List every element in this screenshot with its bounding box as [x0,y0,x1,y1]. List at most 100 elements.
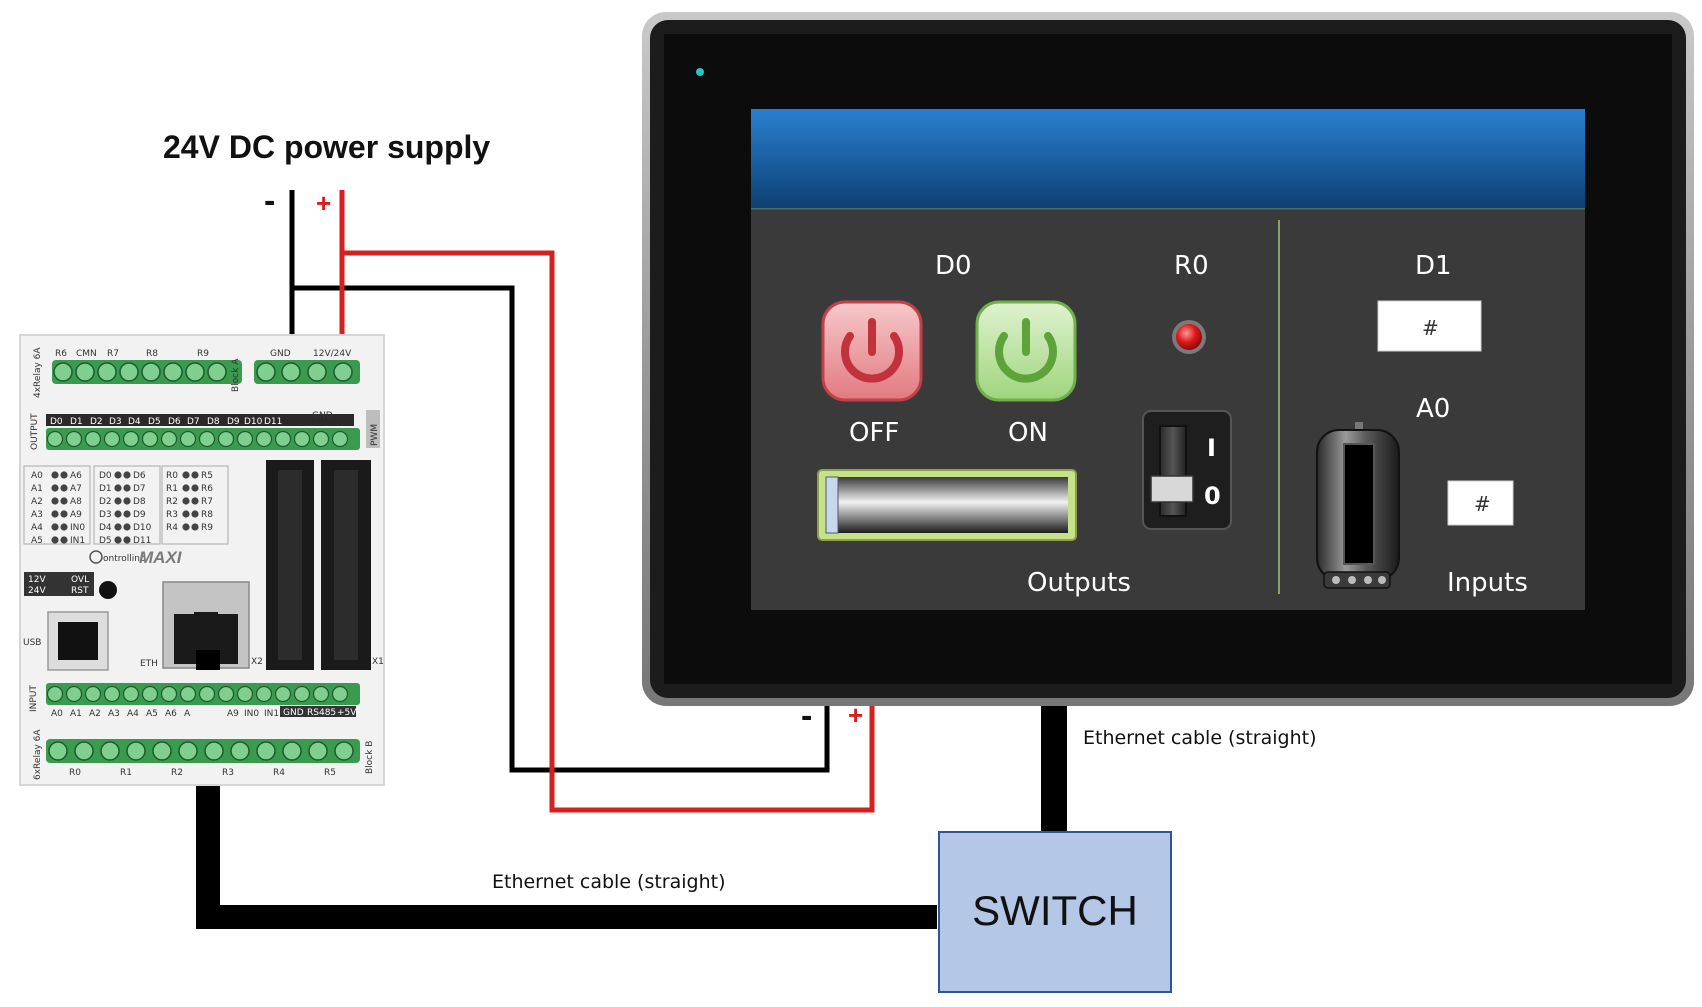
plc-out-d10: D10 [244,417,263,427]
plc-plus5v: +5V [337,708,357,718]
plc-output-gnd: GND [312,411,333,421]
plc-input-gnd: GND [283,708,304,718]
off-button[interactable] [821,300,923,402]
plc-24v: 24V [28,586,46,596]
led-d2: D2 [99,497,112,507]
led-r6: R6 [201,484,213,494]
led-d9: D9 [133,510,146,520]
plc-out-d3: D3 [109,417,122,427]
plc-out-d1: D1 [70,417,83,427]
power-plus-sign: + [316,188,331,218]
plc-out-d8: D8 [207,417,220,427]
plc-out-d11: D11 [264,417,282,427]
in-a0: A0 [51,709,63,719]
led-d4: D4 [99,523,112,533]
toggle-off-label: 0 [1204,482,1221,510]
d1-value: # [1422,316,1439,340]
in-a4: A4 [127,709,139,719]
plc-input-side-label: INPUT [29,685,39,712]
off-label: OFF [849,418,899,448]
hmi-label-r0: R0 [1174,251,1209,281]
in-a3: A3 [108,709,120,719]
led-a2: A2 [31,497,43,507]
hmi-header-bar[interactable] [751,109,1585,209]
hmi-power-plus: + [848,700,863,730]
plc-usb-socket [58,622,98,660]
led-r5: R5 [201,471,213,481]
plc-out-d6: D6 [168,417,181,427]
plc-bottom-r4: R4 [273,768,285,778]
led-d1: D1 [99,484,112,494]
network-switch: SWITCH [938,831,1172,993]
plc-x1-label: X1 [372,657,384,667]
on-label: ON [1008,418,1048,448]
in-a6: A6 [165,709,177,719]
in-a2: A2 [89,709,101,719]
plc-label-block-a: Block A [231,358,241,392]
hmi-label-d0: D0 [935,251,972,281]
toggle-switch[interactable]: I 0 [1142,410,1232,530]
power-minus-sign: - [264,182,275,220]
led-d3: D3 [99,510,112,520]
a0-value: # [1474,492,1491,516]
plc-bottom-r1: R1 [120,768,132,778]
hmi-ethernet-cable [1041,702,1067,832]
toggle-on-label: I [1207,434,1216,462]
in-in1: IN1 [264,709,279,719]
led-a3: A3 [31,510,43,520]
led-a7: A7 [70,484,82,494]
plc-12v: 12V [28,575,46,585]
led-r4: R4 [166,523,178,533]
toggle-lever[interactable] [1150,475,1194,503]
in-a5: A5 [146,709,158,719]
plc-bottom-r5: R5 [324,768,336,778]
led-a6: A6 [70,471,82,481]
plc-brand: MAXI [139,548,183,567]
plc-usb-label: USB [23,638,41,648]
led-r2: R2 [166,497,178,507]
plc-bottom-r2: R2 [171,768,183,778]
outputs-label: Outputs [1027,568,1131,598]
plc-rs485: RS485 [307,708,336,718]
plc-label-block-b: Block B [365,741,375,774]
plc-out-d4: D4 [128,417,141,427]
plc-label-r7: R7 [107,349,119,359]
plc-bottom-r3: R3 [222,768,234,778]
led-in1: IN1 [70,536,85,546]
led-d6: D6 [133,471,146,481]
plc-label-12v24v: 12V/24V [313,349,352,359]
led-d7: D7 [133,484,146,494]
tank-icon [1316,422,1400,589]
on-button[interactable] [975,300,1077,402]
led-r1: R1 [166,484,178,494]
in-a9: A9 [227,709,239,719]
plc-label-4xrelay: 4xRelay 6A [33,347,43,398]
slider-thumb[interactable] [825,476,839,534]
plc-label-gnd: GND [270,349,291,359]
plc-bottom-r0: R0 [69,768,81,778]
plc-out-d5: D5 [148,417,161,427]
plc-x2-label: X2 [251,657,263,667]
plc-output-side-label: OUTPUT [30,413,40,450]
plc-pwm-label: PWM [370,424,380,446]
plc-label-r8: R8 [146,349,158,359]
plc-label-6xrelay: 6xRelay 6A [33,729,43,780]
led-d5: D5 [99,536,112,546]
wiring-diagram: 24V DC power supply - + R6 CMN R7 R8 R9 … [19,12,1694,993]
plc-eth-label: ETH [140,659,158,669]
led-a8: A8 [70,497,82,507]
plc-ovl: OVL [71,575,89,585]
hmi-label-a0: A0 [1416,394,1450,424]
switch-label: SWITCH [972,887,1138,934]
plc-cable-label: Ethernet cable (straight) [492,871,726,893]
hmi-panel: D0 R0 D1 A0 OFF ON I 0 Outputs Inputs # … [642,12,1694,706]
led-r7: R7 [201,497,213,507]
in-in0: IN0 [244,709,259,719]
output-slider[interactable] [817,469,1077,541]
plc-reset-button[interactable] [99,581,117,599]
led-a1: A1 [31,484,43,494]
plc-label-r9: R9 [197,349,209,359]
led-r3: R3 [166,510,178,520]
r0-led-lamp [1176,324,1202,350]
plc-rst: RST [71,586,89,596]
